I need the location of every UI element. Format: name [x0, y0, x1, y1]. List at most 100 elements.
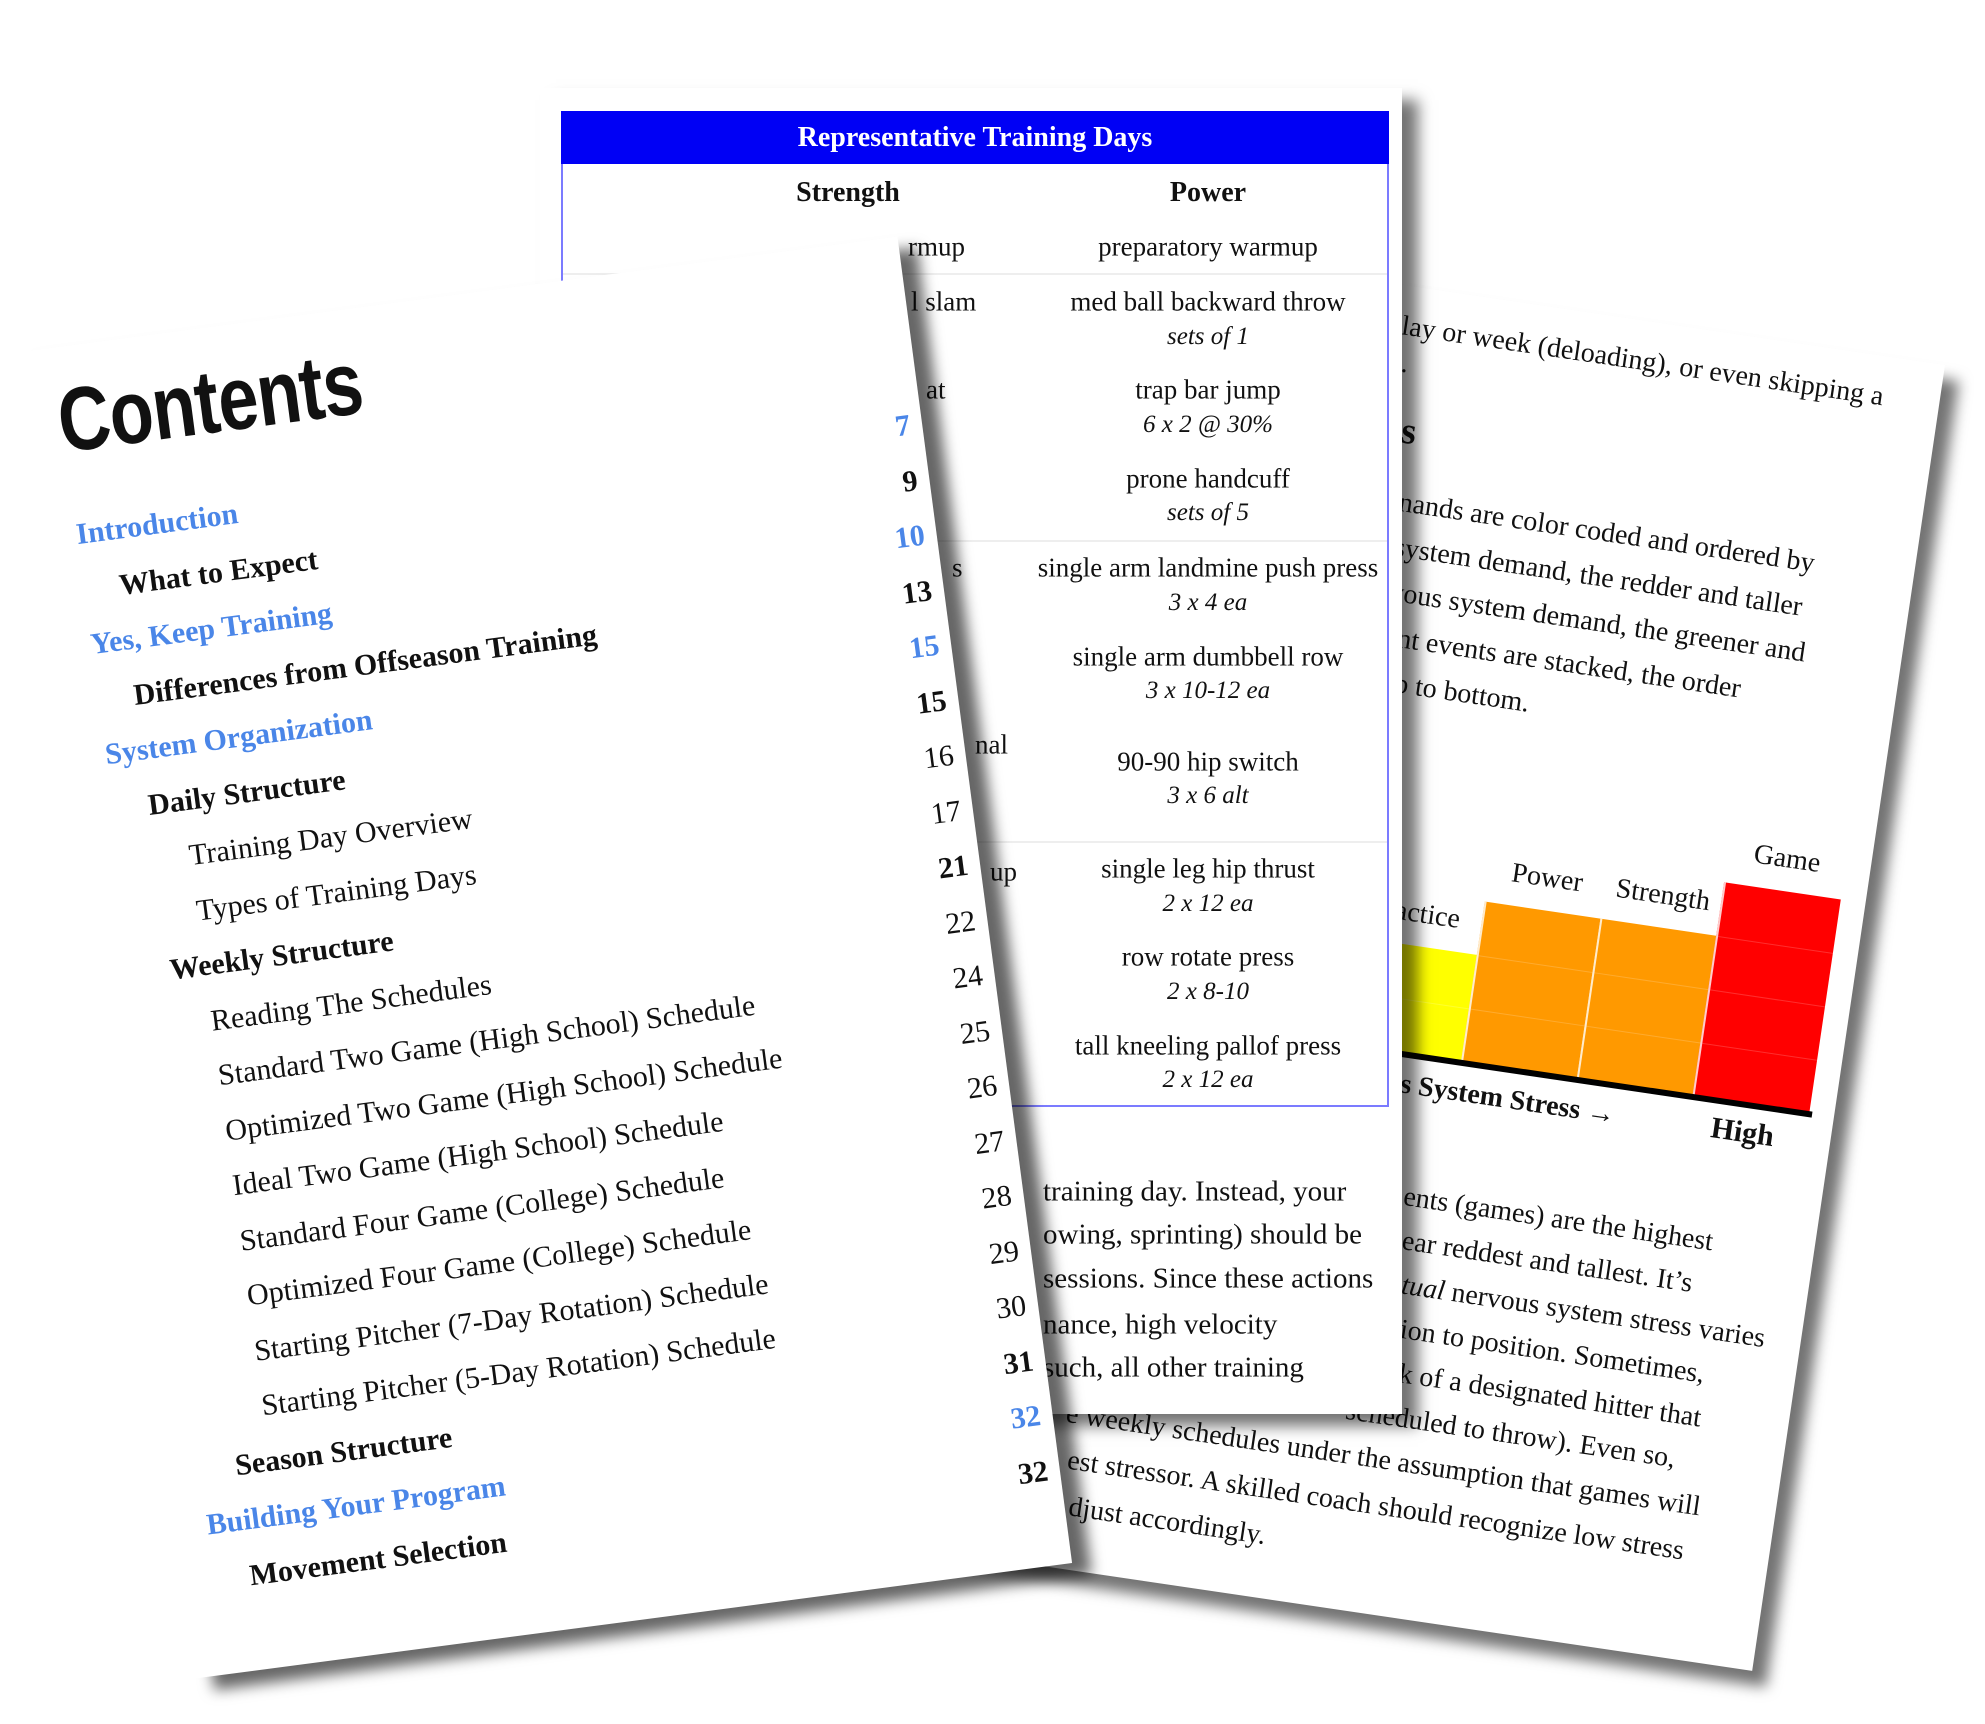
toc-entry-label[interactable]: Season Structure: [233, 1421, 454, 1483]
toc-entry-label[interactable]: Yes, Keep Training: [89, 597, 334, 662]
bar-label-strength: Strength: [1613, 872, 1713, 918]
toc-entry[interactable]: What to Expect 9: [20, 236, 919, 602]
toc-entry[interactable]: Differences from Offseason Training 13: [20, 236, 934, 712]
toc-page-number[interactable]: 26: [965, 1069, 999, 1107]
toc-page-number[interactable]: 28: [980, 1179, 1014, 1217]
power-exercise: single arm landmine push press: [1037, 552, 1379, 583]
text-line: nance, high velocity: [1043, 1308, 1278, 1341]
power-prescription: 2 x 12 ea: [1162, 890, 1254, 917]
text-line: sessions. Since these actions: [1043, 1262, 1374, 1295]
bar-segment-divider: [1710, 989, 1826, 1008]
toc-page-number[interactable]: 16: [922, 739, 956, 777]
strength-cell-fragment: up: [990, 856, 1017, 887]
bar-segment-divider: [1594, 972, 1709, 991]
strength-cell-fragment: s: [952, 552, 963, 583]
text-line: training day. Instead, your: [1043, 1175, 1347, 1208]
power-exercise: single leg hip thrust: [1101, 853, 1315, 884]
text-line: lay or week (deloading), or even skippin…: [1399, 310, 1886, 413]
toc-entry-label[interactable]: What to Expect: [117, 543, 320, 603]
strength-cell-fragment: at: [926, 374, 946, 405]
bar-label-game: Game: [1751, 838, 1823, 879]
column-header-power: Power: [1169, 177, 1247, 208]
toc-entry[interactable]: Optimized Four Game (College) Schedule 28: [20, 236, 1014, 1312]
power-exercise: med ball backward throw: [1070, 286, 1346, 317]
toc-page-number[interactable]: 32: [1009, 1399, 1043, 1437]
power-exercise: tall kneeling pallof press: [1074, 1030, 1342, 1061]
strength-cell-fragment: rmup: [908, 231, 965, 262]
italic-word: tual: [1399, 1269, 1448, 1307]
toc-entry[interactable]: Standard Four Game (College) Schedule 27: [20, 236, 1007, 1257]
toc-entry-label[interactable]: Movement Selection: [248, 1525, 509, 1593]
bar-power: [1461, 901, 1601, 1079]
toc-page-number[interactable]: 30: [994, 1289, 1028, 1327]
power-prescription: 3 x 10-12 ea: [1145, 677, 1271, 704]
toc-entry[interactable]: Daily Structure 15: [20, 236, 948, 822]
power-exercise: prone handcuff: [1126, 463, 1290, 494]
toc-entry[interactable]: Starting Pitcher (5-Day Rotation) Schedu…: [20, 236, 1028, 1422]
toc-page-number[interactable]: 13: [900, 574, 934, 612]
power-prescription: 3 x 6 alt: [1167, 782, 1249, 809]
contents-page: Contents Introduction 7 What to Expect 9 Yes…: [20, 236, 1073, 1679]
toc-entry-label[interactable]: Daily Structure: [146, 763, 347, 823]
power-prescription: 6 x 2 @ 30%: [1143, 411, 1273, 438]
toc-entry[interactable]: Starting Pitcher (7-Day Rotation) Schedu…: [20, 236, 1021, 1367]
bar-game: [1692, 882, 1841, 1114]
toc-entry-label[interactable]: Weekly Structure: [168, 924, 396, 987]
power-prescription: sets of 5: [1167, 499, 1249, 526]
toc-entry-label[interactable]: Types of Training Days: [194, 858, 478, 929]
toc-page-number[interactable]: 32: [1016, 1454, 1050, 1492]
toc-page-number[interactable]: 22: [943, 904, 977, 942]
column-header-strength: Strength: [796, 177, 900, 208]
toc-entry[interactable]: Introduction 7: [20, 236, 912, 551]
table-of-contents: Introduction 7 What to Expect 9 Yes, Keep Tr…: [20, 236, 1050, 1592]
table-title: Representative Training Days: [561, 111, 1389, 164]
toc-page-number[interactable]: 17: [929, 794, 963, 832]
bar-segment-divider: [1470, 1008, 1585, 1027]
power-exercise: trap bar jump: [1135, 374, 1281, 405]
toc-entry[interactable]: Season Structure 31: [20, 236, 1035, 1482]
toc-page-number[interactable]: 27: [972, 1124, 1006, 1162]
bar-strength: [1576, 918, 1717, 1096]
toc-page-number[interactable]: 21: [936, 849, 970, 887]
bar-label-power: Power: [1509, 857, 1585, 899]
toc-entry[interactable]: Types of Training Days 17: [20, 236, 963, 927]
power-exercise: preparatory warmup: [1098, 231, 1318, 262]
toc-entry[interactable]: Standard Two Game (High School) Schedule…: [20, 236, 985, 1092]
power-prescription: 2 x 8-10: [1167, 978, 1249, 1005]
toc-page-number[interactable]: 15: [907, 629, 941, 667]
toc-page-number[interactable]: 29: [987, 1234, 1021, 1272]
toc-page-number[interactable]: 15: [914, 684, 948, 722]
toc-entry[interactable]: Weekly Structure 21: [20, 236, 970, 987]
chart-x-end-label: High: [1708, 1111, 1777, 1154]
power-prescription: 2 x 12 ea: [1162, 1066, 1254, 1093]
power-exercise: 90-90 hip switch: [1117, 746, 1299, 777]
bar-segment-divider: [1586, 1025, 1701, 1044]
strength-cell-fragment: l slam: [911, 286, 977, 317]
toc-entry-label[interactable]: Introduction: [74, 497, 240, 552]
toc-page-number[interactable]: 7: [893, 409, 912, 445]
toc-entry-label[interactable]: System Organization: [103, 703, 374, 772]
power-prescription: 3 x 4 ea: [1168, 589, 1248, 616]
toc-page-number[interactable]: 10: [893, 519, 927, 557]
bar-segment-divider: [1702, 1042, 1818, 1061]
toc-page-number[interactable]: 25: [958, 1014, 992, 1052]
toc-entry[interactable]: Optimized Two Game (High School) Schedul…: [20, 236, 992, 1147]
strength-cell-fragment: nal: [975, 729, 1008, 760]
toc-entry[interactable]: Yes, Keep Training 10: [20, 236, 927, 661]
toc-entry[interactable]: Movement Selection 32: [20, 236, 1050, 1592]
power-exercise: row rotate press: [1121, 941, 1295, 972]
toc-entry[interactable]: System Organization 15: [20, 236, 941, 771]
toc-page-number[interactable]: 24: [951, 959, 985, 997]
bar-segment-divider: [1718, 935, 1833, 954]
toc-entry[interactable]: Building Your Program 32: [20, 236, 1043, 1541]
power-exercise: single arm dumbbell row: [1072, 641, 1344, 672]
toc-page-number[interactable]: 31: [1001, 1344, 1035, 1382]
toc-entry[interactable]: Reading The Schedules 22: [20, 236, 978, 1037]
toc-entry[interactable]: Ideal Two Game (High School) Schedule 26: [20, 236, 1000, 1202]
contents-title: Contents: [52, 333, 369, 473]
text-line: owing, sprinting) should be: [1043, 1218, 1362, 1251]
text-line: such, all other training: [1043, 1351, 1304, 1384]
toc-entry[interactable]: Training Day Overview 16: [20, 236, 956, 872]
power-prescription: sets of 1: [1167, 323, 1249, 350]
toc-page-number[interactable]: 9: [900, 464, 919, 500]
